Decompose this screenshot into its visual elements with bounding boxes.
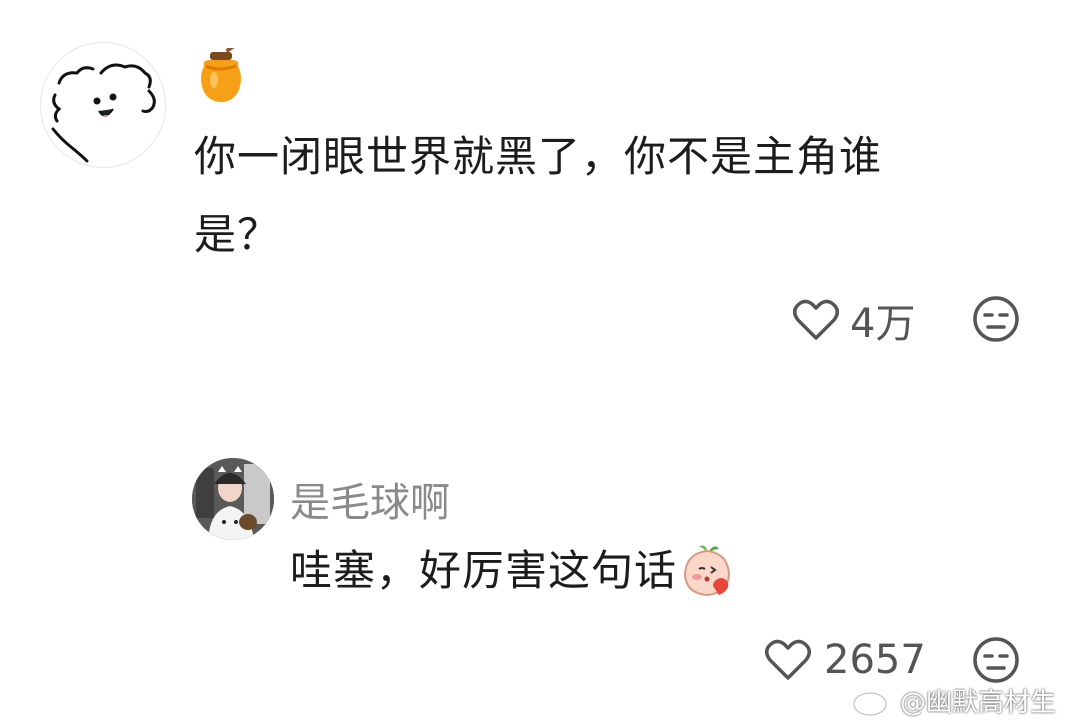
reply-dislike-button[interactable] xyxy=(972,636,1020,684)
honey-jar-icon xyxy=(198,40,244,104)
reply-avatar[interactable] xyxy=(192,458,274,540)
shy-peach-emoji xyxy=(684,545,731,597)
comment-dislike-button[interactable] xyxy=(972,295,1020,343)
watermark-text: @幽默高材生 xyxy=(900,688,1057,718)
commenter-avatar[interactable] xyxy=(40,42,166,168)
heart-outline-icon xyxy=(793,299,839,340)
comment-text-line2: 是？ xyxy=(194,210,281,259)
meh-face-icon xyxy=(973,637,1019,683)
doodle-dog-avatar xyxy=(51,63,156,163)
user-photo-avatar xyxy=(192,458,274,540)
comment-text-line1: 你一闭眼世界就黑了，你不是主角谁 xyxy=(194,132,883,181)
comment-text: 你一闭眼世界就黑了，你不是主角谁 是？ xyxy=(194,118,1014,274)
meh-face-icon xyxy=(973,296,1019,342)
reply-text-row: 哇塞，好厉害这句话 xyxy=(290,532,735,610)
reply-text: 哇塞，好厉害这句话 xyxy=(290,546,678,595)
comment-like-button[interactable]: 4万 xyxy=(792,294,922,347)
watermark: @幽默高材生 xyxy=(852,682,1056,719)
reply-like-button[interactable]: 2657 xyxy=(764,634,934,686)
comment-like-count: 4万 xyxy=(850,301,916,347)
reply-like-count: 2657 xyxy=(824,637,926,683)
reply-username[interactable]: 是毛球啊 xyxy=(290,470,450,528)
heart-outline-icon xyxy=(765,639,811,680)
weibo-logo-icon xyxy=(852,686,894,716)
